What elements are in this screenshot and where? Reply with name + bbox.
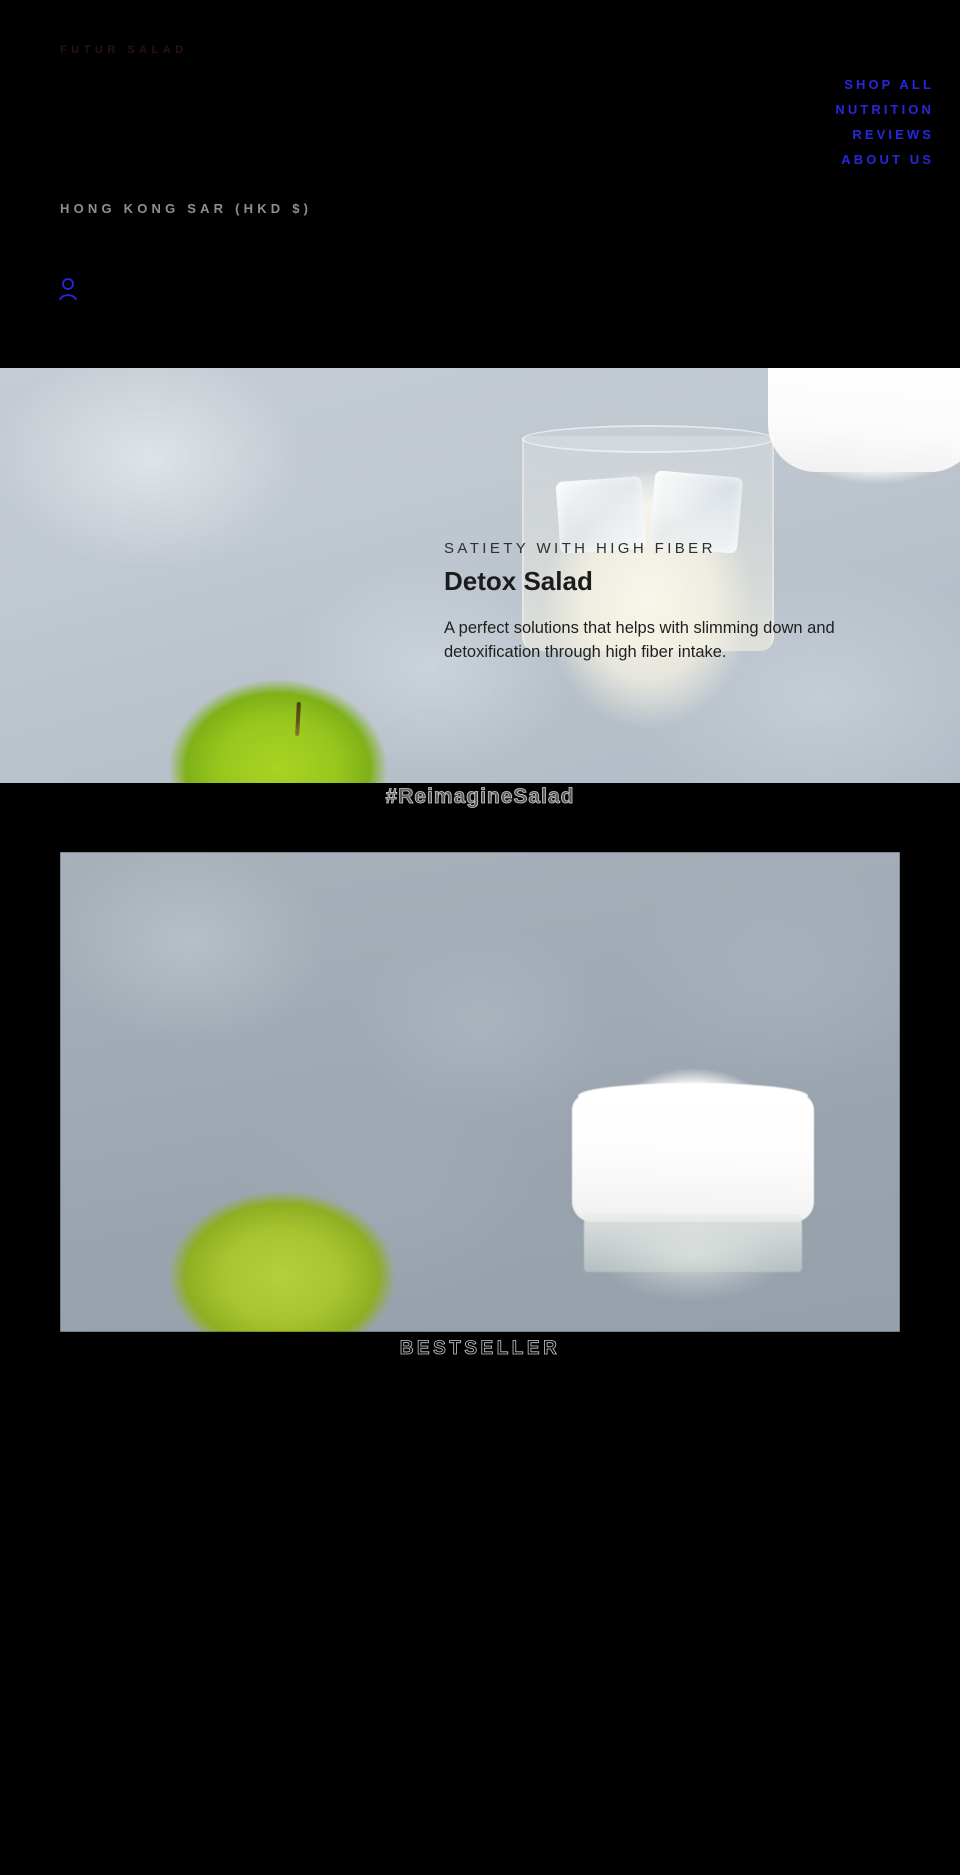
product-photo	[60, 852, 900, 1332]
nav-item-reviews[interactable]: REVIEWS	[835, 122, 934, 147]
hero-section: SATIETY WITH HIGH FIBER Detox Salad A pe…	[0, 368, 960, 783]
locale-currency-selector[interactable]: HONG KONG SAR (HKD $)	[60, 201, 312, 216]
primary-navigation: SHOP ALL NUTRITION REVIEWS ABOUT US	[835, 72, 934, 172]
hero-copy-block: SATIETY WITH HIGH FIBER Detox Salad A pe…	[444, 540, 914, 664]
product-image-card[interactable]	[60, 852, 900, 1332]
nav-item-nutrition[interactable]: NUTRITION	[835, 97, 934, 122]
nav-item-shop-all[interactable]: SHOP ALL	[835, 72, 934, 97]
hashtag-banner: #ReimagineSalad	[385, 785, 575, 809]
nav-item-about-us[interactable]: ABOUT US	[835, 147, 934, 172]
hero-title: Detox Salad	[444, 566, 593, 596]
hero-description: A perfect solutions that helps with slim…	[444, 619, 835, 661]
user-account-icon	[59, 278, 77, 301]
product-jar-lid	[572, 1083, 814, 1222]
site-header: FUTUR SALAD SHOP ALL NUTRITION REVIEWS A…	[0, 0, 960, 368]
hero-glass-rim	[522, 425, 774, 453]
bestseller-badge: BESTSELLER	[399, 1338, 561, 1360]
hero-eyebrow: SATIETY WITH HIGH FIBER	[444, 540, 716, 557]
hero-jar-lid	[768, 368, 960, 472]
hero-apple-stem	[295, 701, 301, 737]
page-root: FUTUR SALAD SHOP ALL NUTRITION REVIEWS A…	[0, 0, 960, 1875]
site-logo[interactable]: FUTUR SALAD	[60, 44, 188, 56]
account-link[interactable]	[58, 277, 78, 301]
product-jar-glass	[584, 1214, 802, 1272]
